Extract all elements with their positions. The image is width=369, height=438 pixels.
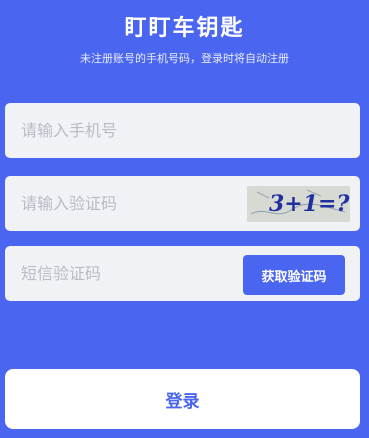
login-hint: 未注册账号的手机号码，登录时将自动注册 [80, 52, 289, 65]
sms-code-input[interactable] [21, 246, 221, 301]
phone-field [5, 103, 360, 158]
captcha-field: 3+1=? [5, 176, 360, 231]
captcha-image[interactable]: 3+1=? [247, 186, 350, 222]
captcha-input[interactable] [21, 176, 221, 231]
login-button[interactable]: 登录 [5, 369, 360, 429]
app-title: 盯盯车钥匙 [124, 16, 245, 41]
sms-code-field: 获取验证码 [5, 246, 360, 301]
phone-input[interactable] [21, 103, 341, 158]
captcha-text: 3+1=? [269, 191, 350, 217]
get-code-button[interactable]: 获取验证码 [243, 255, 345, 295]
